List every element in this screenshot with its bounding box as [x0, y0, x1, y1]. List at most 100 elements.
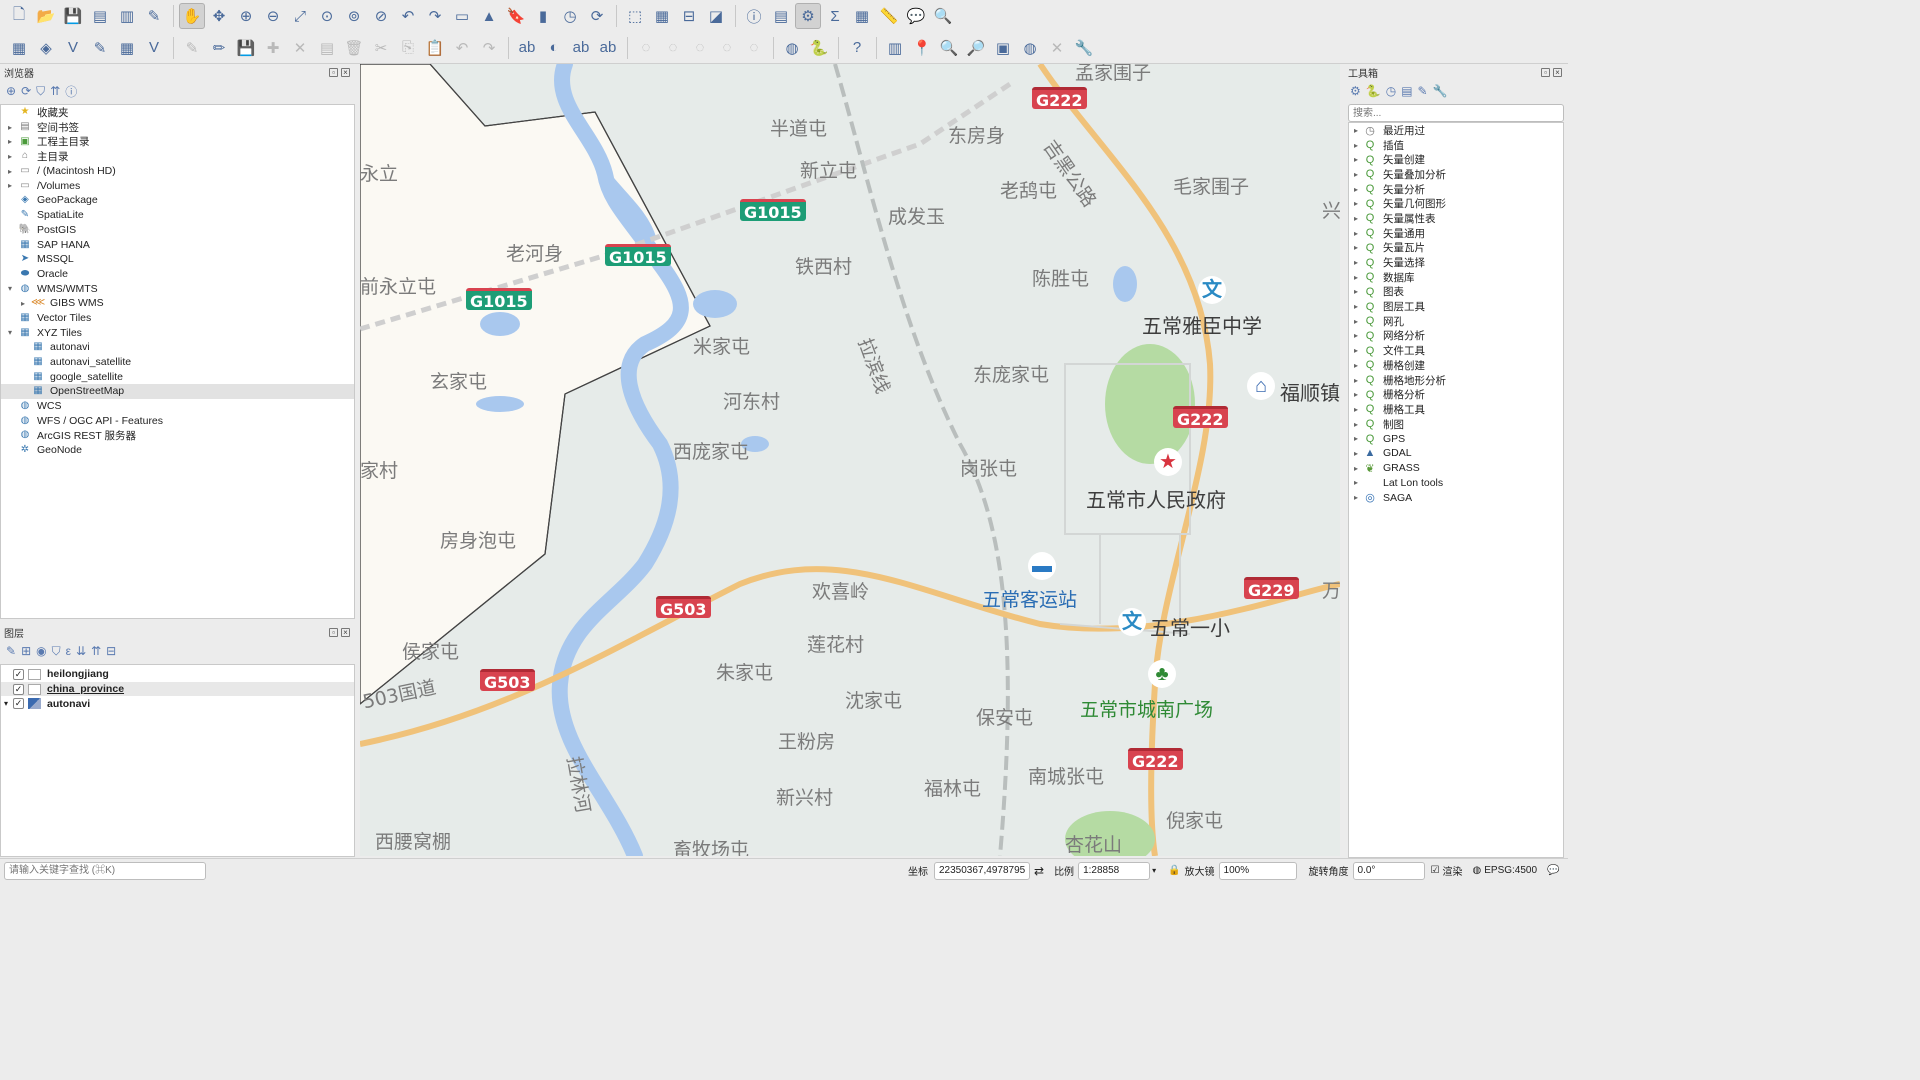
pin-icon[interactable]: 📍: [909, 35, 935, 61]
layer-visibility-checkbox[interactable]: ✓: [13, 698, 24, 710]
toolbox-group[interactable]: ▸ Q 插值: [1349, 138, 1563, 153]
chevron-down-icon[interactable]: ▾: [5, 284, 15, 293]
browser-item[interactable]: ⬬ Oracle: [1, 267, 354, 282]
redo-icon[interactable]: ↷: [476, 35, 502, 61]
filter-legend-icon[interactable]: ⛉: [52, 644, 61, 659]
toolbox-group[interactable]: ▸ Lat Lon tools: [1349, 476, 1563, 491]
browser-item[interactable]: ▸ ⋘ GIBS WMS: [1, 296, 354, 311]
layer-item[interactable]: ✓ china_province: [1, 681, 354, 697]
toolbox-group[interactable]: ▸ Q 栅格分析: [1349, 387, 1563, 402]
toolbox-group[interactable]: ▸ Q 矢量通用: [1349, 226, 1563, 241]
toolbox-group[interactable]: ▸ Q 栅格创建: [1349, 358, 1563, 373]
label-tool-icon[interactable]: ab: [514, 35, 540, 61]
cut-features-icon[interactable]: ✂: [368, 35, 394, 61]
attribute-table-icon[interactable]: ▤: [768, 3, 794, 29]
toolbox-group[interactable]: ▸ Q 矢量属性表: [1349, 211, 1563, 226]
toolbox-group[interactable]: ▸ Q 制图: [1349, 417, 1563, 432]
browser-item[interactable]: ▦ OpenStreetMap: [1, 384, 354, 399]
help-icon[interactable]: ?: [844, 35, 870, 61]
chevron-right-icon[interactable]: ▸: [1349, 258, 1363, 267]
highlight-label-icon[interactable]: ab: [568, 35, 594, 61]
remove-layer-icon[interactable]: ⊟: [106, 644, 116, 658]
new-bookmark-icon[interactable]: 🔖: [503, 3, 529, 29]
chevron-right-icon[interactable]: ▸: [1349, 317, 1363, 326]
chevron-right-icon[interactable]: ▸: [1349, 464, 1363, 473]
browser-item[interactable]: ➤ MSSQL: [1, 252, 354, 267]
chevron-right-icon[interactable]: ▸: [1349, 199, 1363, 208]
filter-icon[interactable]: ⛉: [36, 84, 45, 99]
browser-item[interactable]: ▾ ◍ WMS/WMTS: [1, 281, 354, 296]
chevron-right-icon[interactable]: ▸: [1349, 493, 1363, 502]
toolbox-search-input[interactable]: [1348, 104, 1564, 122]
toolbox-search[interactable]: [1348, 104, 1564, 122]
toolbox-group[interactable]: ▸ Q 文件工具: [1349, 343, 1563, 358]
move-label-icon[interactable]: ◌: [660, 35, 686, 61]
options-icon[interactable]: 🔧: [1433, 84, 1448, 98]
identify-icon[interactable]: ⓘ: [741, 3, 767, 29]
zoom-plugin-icon[interactable]: 🔍: [936, 35, 962, 61]
modify-attributes-icon[interactable]: ▤: [314, 35, 340, 61]
browser-item[interactable]: ▸ ▤ 空间书签: [1, 120, 354, 135]
chevron-right-icon[interactable]: ▸: [5, 181, 15, 190]
browser-item[interactable]: 🐘 PostGIS: [1, 223, 354, 238]
toolbox-group[interactable]: ▸ Q 栅格工具: [1349, 402, 1563, 417]
pan-to-selection-icon[interactable]: ✥: [206, 3, 232, 29]
new-3d-view-icon[interactable]: ▲: [476, 3, 502, 29]
chevron-right-icon[interactable]: ▸: [1349, 185, 1363, 194]
chevron-down-icon[interactable]: ▾: [1, 699, 11, 708]
toolbox-group[interactable]: ▸ ❦ GRASS: [1349, 461, 1563, 476]
measure-icon[interactable]: 📏: [876, 3, 902, 29]
diagram-tool-icon[interactable]: ◐: [541, 35, 567, 61]
chevron-right-icon[interactable]: ▸: [1349, 287, 1363, 296]
chevron-right-icon[interactable]: ▸: [5, 152, 15, 161]
label-properties-icon[interactable]: ◌: [741, 35, 767, 61]
browser-item[interactable]: ▦ google_satellite: [1, 369, 354, 384]
chevron-right-icon[interactable]: ▸: [1349, 376, 1363, 385]
browser-item[interactable]: ◍ WCS: [1, 399, 354, 414]
new-map-view-icon[interactable]: ▭: [449, 3, 475, 29]
save-project-icon[interactable]: 💾: [60, 3, 86, 29]
layer-visibility-checkbox[interactable]: ✓: [13, 668, 24, 680]
copy-features-icon[interactable]: ⎘: [395, 35, 421, 61]
chevron-down-icon[interactable]: ▾: [5, 328, 15, 337]
chevron-right-icon[interactable]: ▸: [1349, 346, 1363, 355]
chevron-right-icon[interactable]: ▸: [1349, 449, 1363, 458]
edit-features-in-place-icon[interactable]: ✎: [1418, 84, 1428, 98]
toolbox-group[interactable]: ▸ Q 矢量瓦片: [1349, 241, 1563, 256]
map-canvas[interactable]: 孟家围子 半道屯 东房身 吉黑公路 永立 新立屯 老鸹屯 毛家围子兴成发玉 老河身 铁西村 陈胜屯前…: [360, 64, 1340, 856]
globe-plugin-icon[interactable]: ◍: [779, 35, 805, 61]
models-icon[interactable]: ⚙: [1350, 84, 1361, 98]
expand-all-icon[interactable]: ⇊: [76, 644, 86, 658]
wrench-icon[interactable]: 🔧: [1071, 35, 1097, 61]
zoom-in-icon[interactable]: ⊕: [233, 3, 259, 29]
browser-item[interactable]: ◈ GeoPackage: [1, 193, 354, 208]
georeferencer-icon[interactable]: ▥: [882, 35, 908, 61]
chevron-right-icon[interactable]: ▸: [1349, 331, 1363, 340]
delete-selected-icon[interactable]: 🗑: [341, 35, 367, 61]
crs-globe-icon[interactable]: ◍: [1473, 865, 1482, 876]
chevron-right-icon[interactable]: ▸: [1349, 361, 1363, 370]
toolbox-group[interactable]: ▸ Q 图层工具: [1349, 299, 1563, 314]
scale-field[interactable]: 1:28858: [1078, 861, 1151, 880]
chevron-right-icon[interactable]: ▸: [1349, 390, 1363, 399]
toggle-editing-icon[interactable]: V: [141, 35, 167, 61]
show-bookmarks-icon[interactable]: ▮: [530, 3, 556, 29]
new-print-layout-icon[interactable]: ▤: [87, 3, 113, 29]
fit-extent-icon[interactable]: ▣: [990, 35, 1016, 61]
browser-item[interactable]: ✲ GeoNode: [1, 443, 354, 458]
web-icon[interactable]: ◍: [1017, 35, 1043, 61]
toolbox-group[interactable]: ▸ Q 矢量分析: [1349, 182, 1563, 197]
chevron-right-icon[interactable]: ▸: [1349, 126, 1363, 135]
toolbox-group[interactable]: ▸ Q 图表: [1349, 285, 1563, 300]
toolbox-group[interactable]: ▸ ◷ 最近用过: [1349, 123, 1563, 138]
toolbox-group[interactable]: ▸ ▲ GDAL: [1349, 446, 1563, 461]
change-label-icon[interactable]: ◌: [714, 35, 740, 61]
layer-visibility-checkbox[interactable]: ✓: [13, 683, 24, 695]
zoom-last-icon[interactable]: ↶: [395, 3, 421, 29]
new-geopackage-icon[interactable]: ◈: [33, 35, 59, 61]
digitize-icon[interactable]: ✎: [87, 35, 113, 61]
browser-item[interactable]: ▾ ▦ XYZ Tiles: [1, 325, 354, 340]
browser-item[interactable]: ◍ ArcGIS REST 服务器: [1, 428, 354, 443]
magnifier-field[interactable]: 100%: [1218, 861, 1297, 880]
chevron-right-icon[interactable]: ▸: [1349, 273, 1363, 282]
